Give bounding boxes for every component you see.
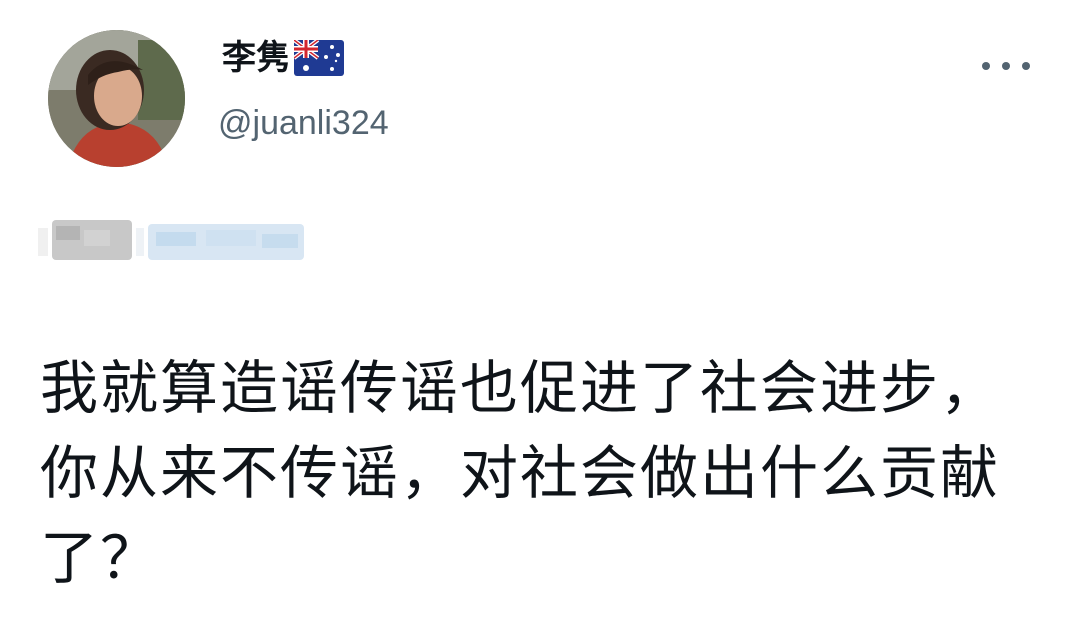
more-dot (982, 62, 990, 70)
display-name[interactable]: 李隽 (222, 38, 344, 79)
avatar-photo-icon (48, 30, 185, 167)
avatar[interactable] (48, 30, 185, 167)
redacted-reply-line (36, 212, 306, 268)
tweet-text: 我就算造谣传谣也促进了社会进步，你从来不传谣，对社会做出什么贡献了？ (40, 354, 1001, 592)
tweet-card: 李隽 @juanli324 我就算造谣传谣也促进了社会进步，你从来不传谣，对社会… (0, 0, 1080, 639)
more-options-icon[interactable] (982, 54, 1030, 78)
user-handle[interactable]: @juanli324 (218, 103, 389, 144)
australia-flag-icon (294, 40, 344, 77)
display-name-text: 李隽 (222, 38, 290, 78)
more-dot (1022, 62, 1030, 70)
more-dot (1002, 62, 1010, 70)
